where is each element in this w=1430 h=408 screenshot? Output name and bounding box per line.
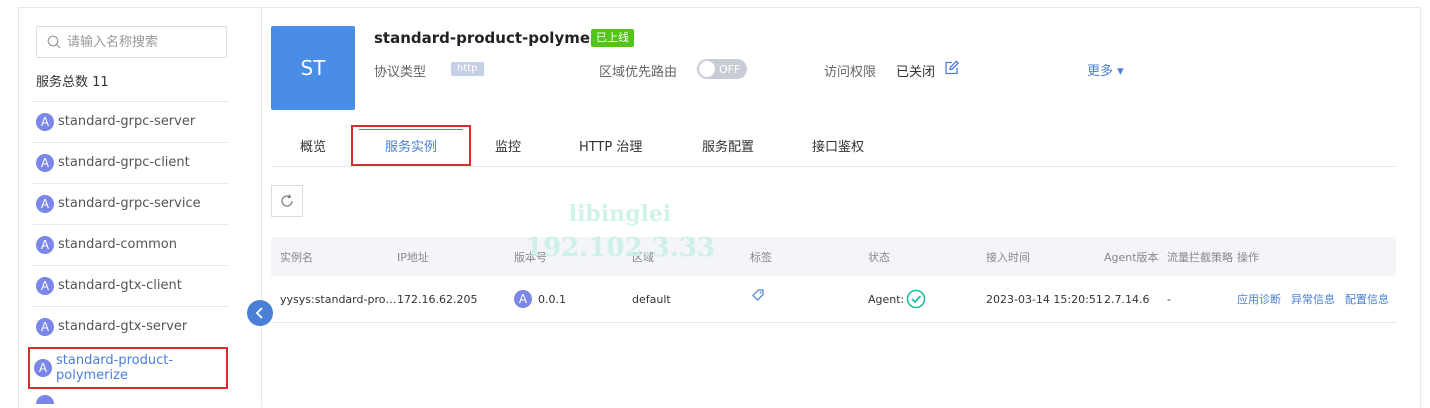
instance-tags[interactable] [751,272,765,318]
instance-agent-version: 2.7.14.6 [1104,292,1150,306]
service-item[interactable]: Astandard-grpc-client [32,142,229,182]
col-traffic-policy: 流量拦截策略 [1167,250,1233,264]
watermark: libinglei 192.102.3.33 [525,197,715,265]
access-value: 已关闭 [896,65,936,80]
status-label: Agent: [868,292,905,306]
region-route-label: 区域优先路由 [599,65,678,80]
app-type-badge: A [36,235,54,254]
tab-api-auth[interactable]: 接口鉴权 [812,125,864,166]
service-item-label: standard-gtx-server [58,319,188,334]
search-box[interactable] [36,26,227,58]
service-total: 服务总数 11 [36,75,109,90]
instance-status: Agent: [868,276,926,322]
service-list: Astandard-grpc-server Astandard-grpc-cli… [28,100,229,404]
tab-service-config[interactable]: 服务配置 [702,125,754,166]
col-status: 状态 [868,250,890,264]
app-type-badge [36,395,54,404]
edit-icon[interactable] [943,60,959,76]
instance-region: default [632,292,671,306]
watermark-ip: 192.102.3.33 [525,233,715,263]
service-item[interactable]: Astandard-grpc-server [32,101,229,141]
instance-ip: 172.16.62.205 [397,292,478,306]
search-input[interactable] [65,33,219,51]
col-instance-name: 实例名 [280,250,313,264]
tab-monitoring[interactable]: 监控 [495,125,521,166]
tag-icon[interactable] [751,288,765,302]
instance-traffic-policy: - [1167,292,1171,306]
exception-info-link[interactable]: 异常信息 [1291,291,1335,307]
tab-http-governance[interactable]: HTTP 治理 [579,125,642,166]
app-diagnosis-link[interactable]: 应用诊断 [1237,291,1281,307]
chevron-left-icon [255,307,263,319]
instance-name: yysys:standard-pro… [280,292,397,306]
service-item-label: standard-grpc-server [58,114,196,129]
service-item-label: standard-product-polymerize [56,353,174,383]
col-ip: IP地址 [397,250,429,264]
service-item[interactable]: Astandard-gtx-server [32,306,229,346]
instance-table: 实例名 IP地址 版本号 区域 标签 状态 接入时间 Agent版本 流量拦截策… [271,237,1396,323]
table-row: yysys:standard-pro… 172.16.62.205 A 0.0.… [271,276,1396,323]
app-type-badge: A [36,112,54,131]
tab-overview[interactable]: 概览 [300,125,326,166]
service-item-label: standard-grpc-service [58,196,201,211]
status-badge: 已上线 [591,29,634,47]
service-item[interactable]: Astandard-gtx-client [32,265,229,305]
service-item-label: standard-grpc-client [58,155,190,170]
more-dropdown[interactable]: 更多 ▾ [1087,60,1124,79]
tab-service-instances[interactable]: 服务实例 [351,125,471,166]
refresh-icon [281,194,293,207]
app-type-badge: A [514,290,532,308]
col-joined: 接入时间 [986,250,1030,264]
toggle-text: OFF [719,62,741,76]
app-type-badge: A [36,194,54,213]
access-label: 访问权限 [824,65,877,80]
service-item[interactable]: Astandard-common [32,224,229,264]
toggle-knob [699,61,715,77]
watermark-user: libinglei [568,201,672,227]
sidebar-collapse-button[interactable] [247,300,273,326]
version-value: 0.0.1 [538,292,566,306]
service-item-selected[interactable]: Astandard-product-polymerize [28,347,228,389]
table-header: 实例名 IP地址 版本号 区域 标签 状态 接入时间 Agent版本 流量拦截策… [271,237,1396,276]
tab-bar: 概览 服务实例 监控 HTTP 治理 服务配置 接口鉴权 [271,125,1396,167]
service-item[interactable]: Astandard-grpc-service [32,183,229,223]
instance-version: A 0.0.1 [514,276,566,322]
app-type-badge: A [36,317,54,336]
refresh-button[interactable] [271,185,303,217]
service-item-label: standard-gtx-client [58,278,182,293]
service-item-label: standard-common [58,237,177,252]
protocol-tag: http [451,62,484,76]
service-avatar: ST [271,26,355,110]
app-type-badge: A [36,276,54,295]
app-type-badge: A [34,359,52,377]
region-route-toggle[interactable]: OFF [697,59,747,79]
col-tags: 标签 [750,250,772,264]
instance-joined: 2023-03-14 15:20:51 [986,292,1103,306]
instance-actions: 应用诊断 异常信息 配置信息 [1237,276,1389,322]
app-type-badge: A [36,153,54,172]
config-info-link[interactable]: 配置信息 [1345,291,1389,307]
service-sidebar: 服务总数 11 Astandard-grpc-server Astandard-… [18,7,262,407]
col-agent-version: Agent版本 [1104,250,1159,264]
check-circle-icon [906,289,926,309]
search-icon [47,35,61,49]
service-title: standard-product-polymerize [374,29,622,47]
protocol-label: 协议类型 [374,65,427,80]
col-actions: 操作 [1237,250,1259,264]
